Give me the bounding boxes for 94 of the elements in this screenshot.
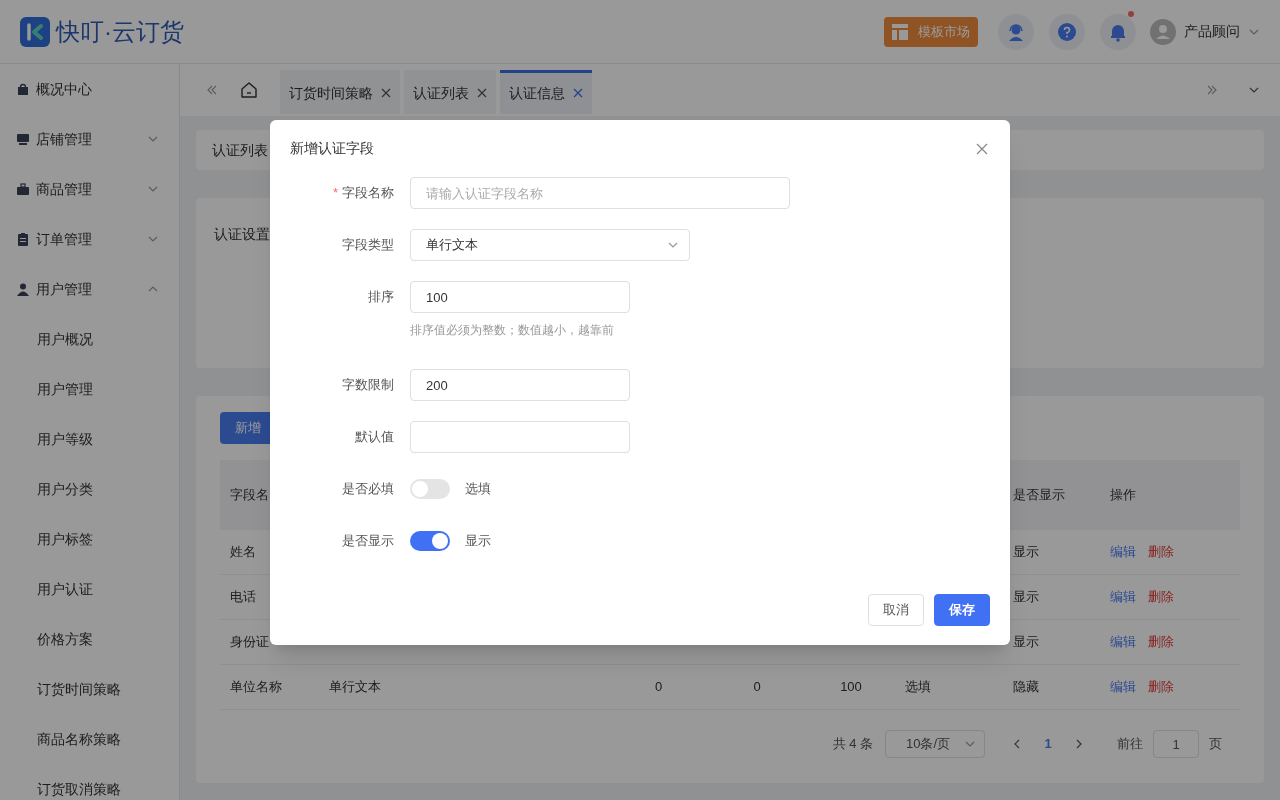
tab[interactable]: 认证信息 [500,69,592,114]
double-chevron-left-icon [206,84,218,96]
input-field[interactable]: 200 [410,369,630,401]
settings-label: 认证设置 [214,226,270,242]
edit-link[interactable]: 编辑 [1110,677,1136,697]
field-hint: 排序值必须为整数；数值越小，越靠前 [410,322,615,339]
table-cell-text: 单行文本 [328,678,382,697]
table-cell-text: 100 [839,678,863,697]
column-header: 是否显示 [1012,486,1066,505]
input-field[interactable]: 请输入认证字段名称 [410,177,790,209]
delete-link[interactable]: 删除 [1148,677,1174,697]
table-cell-text: 选填 [904,678,932,697]
sidebar-subitem[interactable]: 订货取消策略 [0,764,179,800]
table-cell-text: 0 [653,678,664,697]
sidebar-subitem[interactable]: 用户管理 [0,364,179,414]
table-cell-text: 0 [752,678,762,697]
user-name[interactable]: 产品顾问 [1184,21,1240,42]
switch-text: 选填 [465,480,491,499]
home-icon [240,81,258,99]
table-cell-text: 显示 [1012,633,1040,652]
clipboard-icon [16,231,30,247]
field-label: 默认值 [354,428,394,446]
layout-icon [892,23,908,40]
input-field[interactable]: 100 [410,281,630,313]
bell-button[interactable] [1100,13,1136,50]
goto-page-field[interactable]: 1 [1153,730,1199,758]
close-icon [976,142,988,155]
logo-text: 快叮·云订货 [56,16,184,47]
close-icon [573,88,583,98]
toggle-switch[interactable] [410,479,450,499]
sidebar-subitem[interactable]: 用户概况 [0,314,179,364]
required-mark: * [332,185,338,200]
person-icon [16,281,30,297]
save-button[interactable]: 保存 [934,594,990,626]
table-cell-text: 显示 [1012,543,1040,562]
sidebar-item[interactable]: 订单管理 [0,214,179,264]
delete-link[interactable]: 删除 [1148,587,1174,607]
field-label: 排序 [367,288,394,306]
sidebar-subitem[interactable]: 用户认证 [0,564,179,614]
briefcase-icon [16,181,30,197]
total-count: 共 4 条 [832,735,873,754]
sidebar-item[interactable]: 店铺管理 [0,114,179,164]
switch-text: 显示 [465,532,491,551]
sidebar-subitem[interactable]: 商品名称策略 [0,714,179,764]
help-button[interactable] [1049,13,1085,50]
table-cell-text: 隐藏 [1012,678,1040,697]
delete-link[interactable]: 删除 [1148,542,1174,562]
field-label: 是否显示 [341,532,394,550]
sidebar-subitem[interactable]: 订货时间策略 [0,664,179,714]
table-cell-text: 姓名 [229,543,257,562]
field-label: * 字段名称 [331,184,394,202]
bag-icon [16,81,30,97]
field-label: 字数限制 [341,376,394,394]
breadcrumb-item[interactable]: 认证列表 [212,139,268,161]
page-suffix: 页 [1209,735,1222,754]
dialog-title: 新增认证字段 [290,139,374,158]
edit-link[interactable]: 编辑 [1110,542,1136,562]
sidebar-item[interactable]: 商品管理 [0,164,179,214]
double-chevron-right-icon [1206,84,1218,96]
table-cell-text: 单位名称 [229,678,283,697]
field-label: 是否必填 [341,480,394,498]
tab[interactable]: 订货时间策略 [280,69,400,114]
input-field[interactable] [410,421,630,453]
sidebar-item[interactable]: 用户管理 [0,264,179,314]
page-size-select[interactable]: 10条/页 [885,730,985,758]
logo-icon [20,16,50,47]
edit-link[interactable]: 编辑 [1110,587,1136,607]
table-cell-text: 显示 [1012,588,1040,607]
sidebar-subitem[interactable]: 用户等级 [0,414,179,464]
toggle-switch[interactable] [410,531,450,551]
select-field[interactable]: 单行文本 [410,229,690,261]
help-icon [1057,21,1077,42]
column-header: 字段名 [229,486,270,505]
support-agent-button[interactable] [998,13,1034,50]
table-cell-text: 身份证 [229,633,270,652]
table-cell-text: 电话 [229,588,257,607]
sidebar-subitem[interactable]: 价格方案 [0,614,179,664]
sidebar-subitem[interactable]: 用户分类 [0,464,179,514]
cancel-button[interactable]: 取消 [868,594,924,626]
support-agent-icon [1006,21,1026,42]
avatar-icon [1150,18,1176,45]
column-header: 操作 [1109,486,1137,505]
field-label: 字段类型 [341,236,394,254]
edit-link[interactable]: 编辑 [1110,632,1136,652]
monitor-icon [16,131,30,147]
sidebar-subitem[interactable]: 用户标签 [0,514,179,564]
close-button[interactable] [976,142,988,155]
sidebar-item[interactable]: 概况中心 [0,64,179,114]
home-button[interactable] [240,81,258,99]
tab[interactable]: 认证列表 [404,69,496,114]
close-icon [381,88,391,98]
goto-label: 前往 [1117,735,1143,754]
delete-link[interactable]: 删除 [1148,632,1174,652]
close-icon [477,88,487,98]
